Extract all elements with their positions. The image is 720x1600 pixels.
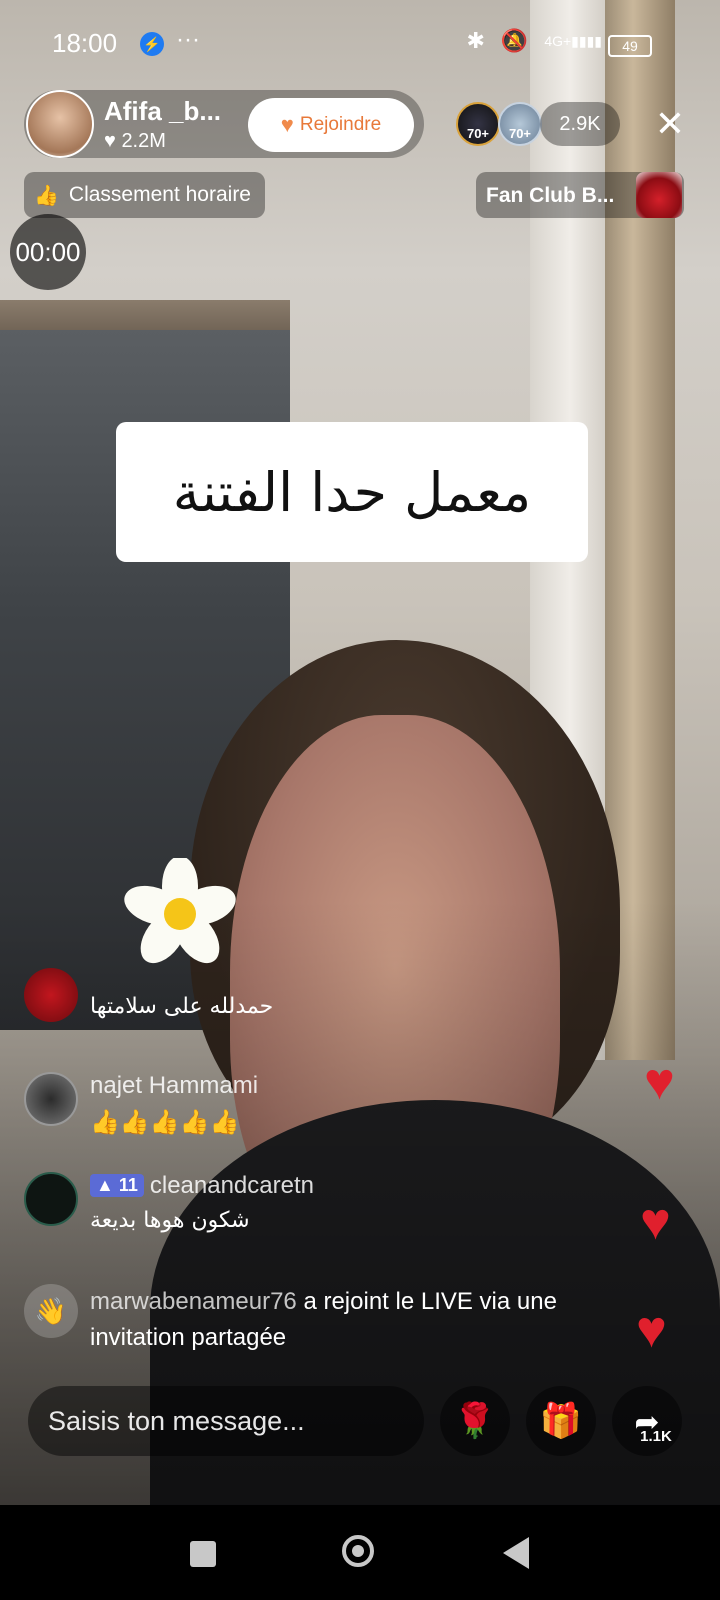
recents-button[interactable]: [190, 1541, 216, 1567]
live-timer: 00:00: [10, 214, 86, 290]
flower-icon: [124, 858, 236, 964]
top-viewer-2[interactable]: 70+: [498, 102, 542, 146]
messenger-icon: ⚡: [140, 32, 164, 56]
fire-icon: 👍: [34, 184, 59, 207]
host-likes-count: 2.2M: [121, 130, 166, 152]
gift-button[interactable]: 🎁: [526, 1386, 596, 1456]
level-badge: ▲ 11: [90, 1174, 144, 1197]
top-viewer-1[interactable]: 70+: [456, 102, 500, 146]
rose-icon: 🌹: [453, 1402, 497, 1440]
status-bar: 18:00 ⚡ ··· ✱ 🔕 4G+▮▮▮▮ 49: [0, 0, 720, 88]
share-count: 1.1K: [640, 1428, 672, 1445]
comment-text: شكون هوها بديعة: [90, 1208, 250, 1233]
join-notice-line2: invitation partagée: [90, 1324, 287, 1351]
signal-icon: 4G+▮▮▮▮: [544, 32, 602, 49]
fan-club-thumbnail[interactable]: [636, 172, 682, 218]
mute-icon: 🔕: [500, 28, 529, 53]
heart-plus-icon: ♥: [280, 112, 294, 137]
join-notice-text: a rejoint le LIVE via une: [296, 1288, 557, 1315]
heart-icon: ♥: [104, 130, 116, 152]
join-notice-user[interactable]: marwabenameur76: [90, 1288, 297, 1315]
comment-user: cleanandcaretn: [149, 1172, 314, 1199]
live-video[interactable]: [0, 0, 720, 1505]
comment-avatar[interactable]: [24, 1072, 78, 1126]
comment-avatar[interactable]: [24, 968, 78, 1022]
comment-user[interactable]: najet Hammami: [90, 1072, 258, 1100]
status-icons: ✱ 🔕 4G+▮▮▮▮: [466, 28, 602, 54]
host-likes: ♥ 2.2M: [104, 130, 166, 153]
hourly-ranking-label: Classement horaire: [68, 183, 251, 206]
join-label: Rejoindre: [299, 114, 382, 135]
video-doorframe: [0, 300, 290, 334]
network-type: 4G+: [544, 32, 572, 49]
fan-club-label[interactable]: Fan Club B...: [486, 184, 614, 208]
floating-heart-icon: ♥: [644, 1053, 675, 1111]
home-button[interactable]: [342, 1535, 374, 1567]
status-more: ···: [176, 26, 200, 53]
back-button[interactable]: [503, 1537, 529, 1569]
battery-icon: 49: [608, 35, 652, 57]
text-sticker: معمل حدا الفتنة: [116, 422, 588, 562]
sticker-text: معمل حدا الفتنة: [172, 460, 532, 524]
host-name[interactable]: Afifa _b...: [104, 96, 221, 127]
viewer-count[interactable]: 2.9K: [540, 102, 620, 146]
join-notice-line1: marwabenameur76 a rejoint le LIVE via un…: [90, 1288, 557, 1316]
host-avatar[interactable]: [26, 90, 94, 158]
comment-avatar[interactable]: [24, 1172, 78, 1226]
bluetooth-icon: ✱: [466, 28, 485, 53]
viewer-level: 70+: [466, 126, 490, 141]
rose-gift-button[interactable]: 🌹: [440, 1386, 510, 1456]
viewer-level: 70+: [508, 126, 532, 141]
floating-heart-icon: ♥: [640, 1193, 671, 1251]
comment-user-row[interactable]: ▲ 11 cleanandcaretn: [90, 1172, 314, 1200]
floating-heart-icon: ♥: [636, 1301, 667, 1359]
level-badge-number: 11: [118, 1175, 138, 1195]
wave-icon: 👋: [24, 1284, 78, 1338]
share-button[interactable]: ➦: [612, 1386, 682, 1456]
comment-text: حمدلله على سلامتها: [90, 994, 274, 1019]
comment-text: 👍👍👍👍👍: [90, 1109, 240, 1136]
join-button[interactable]: ♥ Rejoindre: [248, 98, 414, 152]
hourly-ranking[interactable]: 👍 Classement horaire: [24, 172, 265, 218]
close-icon[interactable]: ✕: [650, 104, 690, 144]
message-input[interactable]: [28, 1386, 424, 1456]
status-time: 18:00: [52, 28, 118, 58]
gift-icon: 🎁: [539, 1402, 583, 1440]
